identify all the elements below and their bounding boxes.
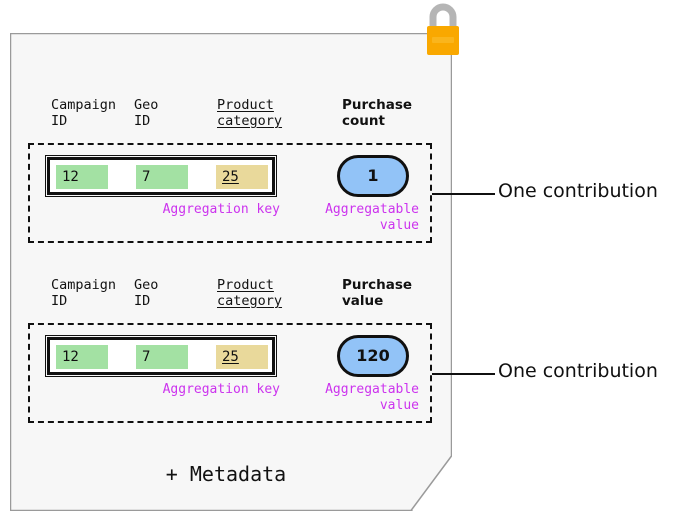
key-cell-campaign-id-2: 12 [56, 345, 108, 369]
callout-leader-line [432, 373, 495, 375]
contribution-2: 12 7 25 120 Aggregation key Aggregatable… [28, 323, 432, 423]
callout-label-1: One contribution [498, 180, 658, 202]
header-product-category: Product category [217, 97, 283, 129]
header-product-category: Product category [217, 277, 283, 309]
aggregation-key-caption-1: Aggregation key [162, 202, 280, 217]
header-campaign-id: Campaign ID [51, 97, 117, 129]
key-cell-product-category-value-1: 25 [222, 169, 239, 185]
header-purchase-count: Purchase count [342, 97, 413, 129]
key-cell-product-category-value-2: 25 [222, 349, 239, 365]
aggregatable-value-caption-2: Aggregatable value [325, 382, 419, 413]
key-cell-campaign-id-1: 12 [56, 165, 108, 189]
header-geo-id: Geo ID [134, 277, 159, 309]
key-cell-product-category-2: 25 [216, 345, 268, 369]
callout-label-2: One contribution [498, 360, 658, 382]
header-geo-id: Geo ID [134, 97, 159, 129]
callout-leader-line [432, 193, 495, 195]
contribution-1: 12 7 25 1 Aggregation key Aggregatable v… [28, 143, 432, 243]
column-headers-contribution-1: Campaign ID Geo ID Product category Purc… [28, 97, 438, 143]
aggregatable-value-pill-2: 120 [337, 335, 409, 377]
header-campaign-id: Campaign ID [51, 277, 117, 309]
aggregation-key-caption-2: Aggregation key [162, 382, 280, 397]
header-purchase-value: Purchase value [342, 277, 413, 309]
key-cell-geo-id-2: 7 [136, 345, 188, 369]
key-cell-geo-id-1: 7 [136, 165, 188, 189]
aggregation-key-box-1: 12 7 25 [45, 155, 277, 197]
aggregatable-value-pill-1: 1 [337, 155, 409, 197]
key-cell-product-category-1: 25 [216, 165, 268, 189]
aggregation-key-box-2: 12 7 25 [45, 335, 277, 377]
metadata-label: + Metadata [165, 462, 287, 486]
column-headers-contribution-2: Campaign ID Geo ID Product category Purc… [28, 277, 438, 323]
aggregatable-value-caption-1: Aggregatable value [325, 202, 419, 233]
padlock-icon [419, 0, 467, 62]
